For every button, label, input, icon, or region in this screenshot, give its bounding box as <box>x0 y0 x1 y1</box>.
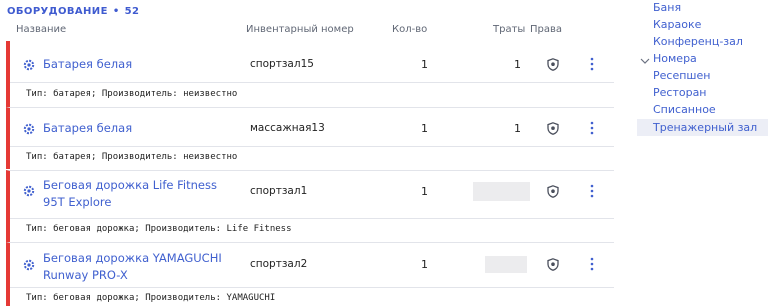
kebab-menu-icon[interactable] <box>587 257 597 271</box>
item-name-link[interactable]: Батарея белая <box>43 120 228 137</box>
gear-item-icon <box>23 259 35 271</box>
item-name-link[interactable]: Беговая дорожка YAMAGUCHI Runway PRO-X <box>43 250 228 284</box>
gear-item-icon <box>23 123 35 135</box>
sidebar-item-reception[interactable]: Ресепшен <box>653 69 710 82</box>
quantity: 1 <box>421 185 428 198</box>
inventory-number: спортзал1 <box>250 185 308 197</box>
sidebar-item-karaoke[interactable]: Караоке <box>653 18 701 31</box>
row-divider <box>10 218 614 219</box>
item-description: Тип: беговая дорожка; Производитель: YAM… <box>26 293 276 303</box>
sidebar-item-banya[interactable]: Баня <box>653 1 681 14</box>
column-qty[interactable]: Кол-во <box>392 24 427 35</box>
kebab-menu-icon[interactable] <box>587 184 597 198</box>
table-row[interactable]: Батарея белая массажная13 1 1 Тип: батар… <box>6 107 614 169</box>
cost-placeholder <box>485 256 527 273</box>
gear-item-icon <box>23 185 35 197</box>
row-divider <box>10 287 614 288</box>
shield-icon[interactable] <box>547 122 559 135</box>
table-row[interactable]: Беговая дорожка YAMAGUCHI Runway PRO-X сп… <box>6 242 614 306</box>
item-description: Тип: беговая дорожка; Производитель: Lif… <box>26 224 292 234</box>
item-name-line: Беговая дорожка YAMAGUCHI <box>43 251 222 265</box>
inventory-number: спортзал15 <box>250 58 314 70</box>
section-heading: ОБОРУДОВАНИЕ • 52 <box>7 6 139 17</box>
quantity: 1 <box>421 58 428 71</box>
shield-icon[interactable] <box>547 258 559 271</box>
sidebar-item-restaurant[interactable]: Ресторан <box>653 86 707 99</box>
kebab-menu-icon[interactable] <box>587 121 597 135</box>
cost: 1 <box>514 58 521 71</box>
item-name-line: 95T Explore <box>43 195 112 209</box>
heading-separator: • <box>112 6 120 17</box>
item-name-link[interactable]: Беговая дорожка Life Fitness 95T Explore <box>43 177 228 211</box>
shield-icon[interactable] <box>547 58 559 71</box>
sidebar-item-rooms[interactable]: Номера <box>653 52 697 65</box>
row-divider <box>10 82 614 83</box>
column-rights[interactable]: Права <box>530 24 562 35</box>
shield-icon[interactable] <box>547 185 559 198</box>
column-inventory[interactable]: Инвентарный номер <box>246 24 354 35</box>
sidebar-item-written-off[interactable]: Списанное <box>653 103 716 116</box>
item-name-line: Runway PRO-X <box>43 268 128 282</box>
kebab-menu-icon[interactable] <box>587 57 597 71</box>
quantity: 1 <box>421 258 428 271</box>
table-header: Название Инвентарный номер Кол-во Траты … <box>0 24 614 38</box>
table-row[interactable]: Беговая дорожка Life Fitness 95T Explore … <box>6 170 614 242</box>
quantity: 1 <box>421 122 428 135</box>
cost-placeholder <box>473 182 530 201</box>
column-cost[interactable]: Траты <box>493 24 525 35</box>
chevron-down-icon[interactable] <box>640 57 650 65</box>
item-name-line: Беговая дорожка Life Fitness <box>43 178 217 192</box>
item-description: Тип: батарея; Производитель: неизвестно <box>26 152 238 162</box>
sidebar-item-conference-hall[interactable]: Конференц-зал <box>653 35 743 48</box>
item-name-link[interactable]: Батарея белая <box>43 56 228 73</box>
sidebar-item-gym[interactable]: Тренажерный зал <box>637 119 768 136</box>
cost: 1 <box>514 122 521 135</box>
inventory-number: массажная13 <box>250 122 325 134</box>
item-description: Тип: батарея; Производитель: неизвестно <box>26 89 238 99</box>
column-name[interactable]: Название <box>16 24 66 35</box>
row-divider <box>10 146 614 147</box>
section-title: ОБОРУДОВАНИЕ <box>7 6 108 17</box>
equipment-panel: ОБОРУДОВАНИЕ • 52 Название Инвентарный ном… <box>0 0 614 306</box>
gear-item-icon <box>23 59 35 71</box>
table-row[interactable]: Батарея белая спортзал15 1 1 Тип: батаре… <box>6 41 614 107</box>
inventory-number: спортзал2 <box>250 258 308 270</box>
item-count: 52 <box>124 6 140 17</box>
